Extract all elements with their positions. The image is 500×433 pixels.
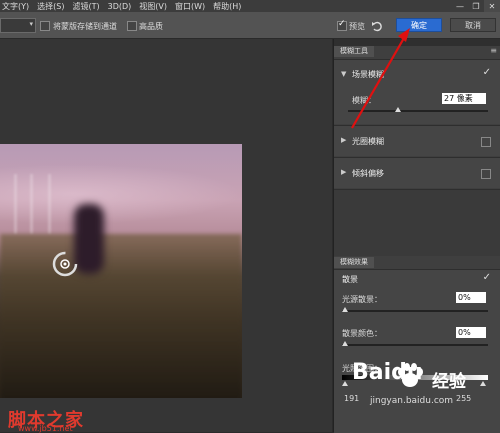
bokeh-color-slider[interactable]: [342, 344, 488, 346]
bokeh-color-thumb[interactable]: [342, 341, 348, 346]
bokeh-title: 散景: [342, 275, 358, 284]
baidu-url: jingyan.baidu.com: [370, 396, 454, 406]
high-quality-label: 高品质: [139, 22, 163, 31]
iris-blur-title[interactable]: 光圈模糊: [352, 136, 384, 147]
menu-view[interactable]: 视图(V): [139, 1, 167, 12]
light-bokeh-field[interactable]: 0%: [456, 292, 486, 303]
light-range-low-thumb[interactable]: [342, 381, 348, 386]
ok-button[interactable]: 确定: [396, 18, 442, 32]
panel-empty-area: [334, 189, 500, 256]
field-blur-title[interactable]: 场景模糊: [352, 69, 384, 80]
blur-amount-label: 模糊：: [352, 96, 376, 105]
menu-select[interactable]: 选择(S): [37, 1, 64, 12]
light-bokeh-slider[interactable]: [342, 310, 488, 312]
high-quality-checkbox[interactable]: [127, 21, 137, 31]
panel-menu-icon[interactable]: ≡: [490, 46, 497, 55]
baidu-jingyan-text: 经验: [432, 372, 466, 392]
save-mask-label: 将蒙版存储到通道: [53, 22, 117, 31]
collapse-triangle-icon[interactable]: ▶: [341, 168, 346, 176]
document-canvas[interactable]: [0, 39, 332, 432]
light-range-low-value[interactable]: 191: [344, 394, 359, 403]
collapse-triangle-icon[interactable]: ▶: [341, 136, 346, 144]
iris-blur-section: ▶ 光圈模糊: [334, 125, 500, 156]
save-mask-checkbox[interactable]: [40, 21, 50, 31]
blur-effects-tab[interactable]: 模糊效果: [334, 257, 374, 268]
blur-tools-tab[interactable]: 模糊工具: [334, 46, 374, 57]
light-bokeh-thumb[interactable]: [342, 307, 348, 312]
close-button[interactable]: ✕: [484, 0, 500, 12]
selection-dropdown[interactable]: ▾: [0, 18, 36, 33]
preview-checkbox[interactable]: [337, 19, 347, 31]
tilt-shift-title[interactable]: 倾斜偏移: [352, 168, 384, 179]
menu-help[interactable]: 帮助(H): [213, 1, 241, 12]
bokeh-color-label: 散景颜色：: [342, 329, 382, 338]
minimize-button[interactable]: —: [452, 0, 468, 12]
window-controls: — ❐ ✕: [452, 0, 500, 12]
blur-slider-thumb[interactable]: [395, 107, 401, 112]
preview-label: 预览: [349, 22, 365, 31]
bokeh-checkmark-icon[interactable]: ✓: [483, 272, 491, 283]
field-blur-section: ▼ 场景模糊 ✓ 模糊： 27 像素: [334, 59, 500, 124]
reset-icon[interactable]: [371, 20, 383, 32]
menu-3d[interactable]: 3D(D): [108, 2, 132, 11]
bokeh-section: 散景 ✓ 光源散景： 0% 散景颜色： 0% 光照范围： 191 255: [334, 269, 500, 433]
menu-bar: 文字(Y) 选择(S) 滤镜(T) 3D(D) 视图(V) 窗口(W) 帮助(H…: [0, 0, 500, 12]
expand-triangle-icon[interactable]: ▼: [341, 70, 346, 78]
options-bar: ▾ 将蒙版存储到通道 高品质 预览 确定 取消: [0, 12, 500, 39]
field-blur-checkmark-icon[interactable]: ✓: [483, 67, 491, 78]
light-bokeh-label: 光源散景：: [342, 295, 382, 304]
blur-slider-track[interactable]: [348, 110, 488, 112]
blurred-photo: [0, 144, 242, 398]
light-range-high-value[interactable]: 255: [456, 394, 471, 403]
tilt-shift-checkbox[interactable]: [481, 169, 491, 179]
light-range-high-thumb[interactable]: [480, 381, 486, 386]
tilt-shift-section: ▶ 倾斜偏移: [334, 157, 500, 188]
menu-window[interactable]: 窗口(W): [175, 1, 205, 12]
menu-filter[interactable]: 滤镜(T): [72, 1, 99, 12]
blur-amount-field[interactable]: 27 像素: [442, 93, 486, 104]
restore-button[interactable]: ❐: [468, 0, 484, 12]
blur-pin-icon[interactable]: [51, 250, 79, 278]
baidu-paw-icon: [398, 363, 423, 387]
bokeh-color-field[interactable]: 0%: [456, 327, 486, 338]
menu-type[interactable]: 文字(Y): [2, 1, 29, 12]
chevron-down-icon: ▾: [29, 20, 33, 28]
cancel-button[interactable]: 取消: [450, 18, 496, 32]
iris-blur-checkbox[interactable]: [481, 137, 491, 147]
